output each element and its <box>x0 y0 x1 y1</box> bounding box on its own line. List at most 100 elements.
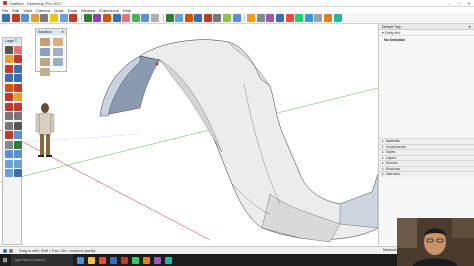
move-icon[interactable] <box>14 83 22 92</box>
toolbar-tool-icon[interactable] <box>122 14 131 22</box>
orbit-icon[interactable] <box>4 140 13 149</box>
from-contours-icon[interactable] <box>40 38 50 46</box>
menu-extensions[interactable]: Extensions <box>99 8 119 13</box>
toolbar-tool-icon[interactable] <box>247 14 256 22</box>
toolbar-tool-icon[interactable] <box>314 14 323 22</box>
toolbar-tool-icon[interactable] <box>102 14 111 22</box>
info-icon[interactable] <box>3 248 7 253</box>
position-camera-icon[interactable] <box>4 169 13 177</box>
toolbar-tool-icon[interactable] <box>175 14 184 22</box>
arc-icon[interactable] <box>4 64 13 73</box>
toolbar-tool-icon[interactable] <box>21 14 30 22</box>
taskbar-app-icon[interactable] <box>77 256 84 264</box>
toolbar-tool-icon[interactable] <box>131 14 140 22</box>
scale-figure[interactable] <box>35 103 55 157</box>
polygon-icon[interactable] <box>14 74 22 82</box>
toolbar-tool-icon[interactable] <box>59 14 68 22</box>
taskbar-app-icon[interactable] <box>88 256 95 264</box>
windows-start-icon[interactable]: ⊞ <box>0 254 10 266</box>
tray-panel-instructor[interactable]: ▸ Instructor <box>379 171 474 177</box>
close-button[interactable]: ✕ <box>464 0 474 7</box>
prev-view-icon[interactable] <box>14 169 22 177</box>
chevron-right-icon: ▸ <box>382 155 384 160</box>
toolbar-tool-icon[interactable] <box>69 14 78 22</box>
from-scratch-icon[interactable] <box>53 38 63 46</box>
zoom-icon[interactable] <box>4 150 13 158</box>
toolbar-tool-icon[interactable] <box>40 14 49 22</box>
toolbar-tool-icon[interactable] <box>304 14 313 22</box>
toolbar-tool-icon[interactable] <box>165 14 174 22</box>
circle-icon[interactable] <box>4 74 13 82</box>
toolbar-tool-icon[interactable] <box>112 14 121 22</box>
taskbar-app-icon[interactable] <box>121 256 128 264</box>
smoove-icon[interactable] <box>40 48 50 56</box>
select-icon[interactable] <box>4 45 13 54</box>
menu-file[interactable]: File <box>2 8 8 13</box>
toolbar-tool-icon[interactable] <box>93 14 102 22</box>
taskbar-app-icon[interactable] <box>165 256 172 264</box>
toolbar-tool-icon[interactable] <box>256 14 265 22</box>
menu-draw[interactable]: Draw <box>54 8 63 13</box>
taskbar-app-icon[interactable] <box>110 256 117 264</box>
section-icon[interactable] <box>14 131 22 139</box>
pan-icon[interactable] <box>14 140 22 149</box>
tray-close-icon[interactable]: ✕ <box>468 25 471 29</box>
maximize-button[interactable]: □ <box>454 0 464 7</box>
presenter-image <box>397 218 474 266</box>
menu-help[interactable]: Help <box>123 8 131 13</box>
menu-view[interactable]: View <box>23 8 32 13</box>
rect-icon[interactable] <box>14 64 22 73</box>
geo-icon[interactable] <box>9 248 13 253</box>
toolbar-tool-icon[interactable] <box>83 14 92 22</box>
toolbar-tool-icon[interactable] <box>333 14 342 22</box>
toolbar-tool-icon[interactable] <box>276 14 285 22</box>
toolbar-tool-icon[interactable] <box>295 14 304 22</box>
text-icon[interactable] <box>14 121 22 130</box>
toolbar-tool-icon[interactable] <box>213 14 222 22</box>
toolbar-tool-icon[interactable] <box>2 14 10 22</box>
offset-icon[interactable] <box>4 102 13 111</box>
walk-icon[interactable] <box>4 159 13 168</box>
toolbar-tool-icon[interactable] <box>266 14 275 22</box>
menu-tools[interactable]: Tools <box>68 8 77 13</box>
toolbar-tool-icon[interactable] <box>203 14 212 22</box>
toolbar-tool-icon[interactable] <box>232 14 241 22</box>
toolbar-tool-icon[interactable] <box>194 14 203 22</box>
dimension-icon[interactable] <box>4 121 13 130</box>
toolbar-tool-icon[interactable] <box>49 14 58 22</box>
scale-icon[interactable] <box>14 93 22 101</box>
paint-icon[interactable] <box>4 55 13 63</box>
follow-me-icon[interactable] <box>14 102 22 111</box>
look-icon[interactable] <box>14 159 22 168</box>
stamp-icon[interactable] <box>53 48 63 56</box>
toolbar-tool-icon[interactable] <box>285 14 294 22</box>
rotate-icon[interactable] <box>4 93 13 101</box>
toolbar-tool-icon[interactable] <box>141 14 150 22</box>
tape-icon[interactable] <box>4 112 13 120</box>
taskbar-app-icon[interactable] <box>99 256 106 264</box>
toolbar-tool-icon[interactable] <box>223 14 232 22</box>
minimize-button[interactable]: – <box>444 0 454 7</box>
toolbar-tool-icon[interactable] <box>324 14 332 22</box>
drape-icon[interactable] <box>40 58 50 66</box>
menu-edit[interactable]: Edit <box>12 8 19 13</box>
taskbar-search-input[interactable]: Type here to search <box>11 254 73 266</box>
toolbar-tool-icon[interactable] <box>11 14 20 22</box>
taskbar-app-icon[interactable] <box>143 256 150 264</box>
eraser-icon[interactable] <box>14 45 22 54</box>
add-detail-icon[interactable] <box>53 58 63 66</box>
zoom-extents-icon[interactable] <box>14 150 22 158</box>
axes-icon[interactable] <box>4 131 13 139</box>
toolbar-tool-icon[interactable] <box>150 14 159 22</box>
toolbar-tool-icon[interactable] <box>184 14 193 22</box>
taskbar-app-icon[interactable] <box>132 256 139 264</box>
sandbox-close-icon[interactable]: ✕ <box>61 30 64 34</box>
menu-window[interactable]: Window <box>81 8 95 13</box>
taskbar-app-icon[interactable] <box>154 256 161 264</box>
toolbar-tool-icon[interactable] <box>30 14 39 22</box>
flip-edge-icon[interactable] <box>40 68 50 76</box>
protractor-icon[interactable] <box>14 112 22 120</box>
menu-camera[interactable]: Camera <box>36 8 50 13</box>
line-icon[interactable] <box>14 55 22 63</box>
push-pull-icon[interactable] <box>4 83 13 92</box>
